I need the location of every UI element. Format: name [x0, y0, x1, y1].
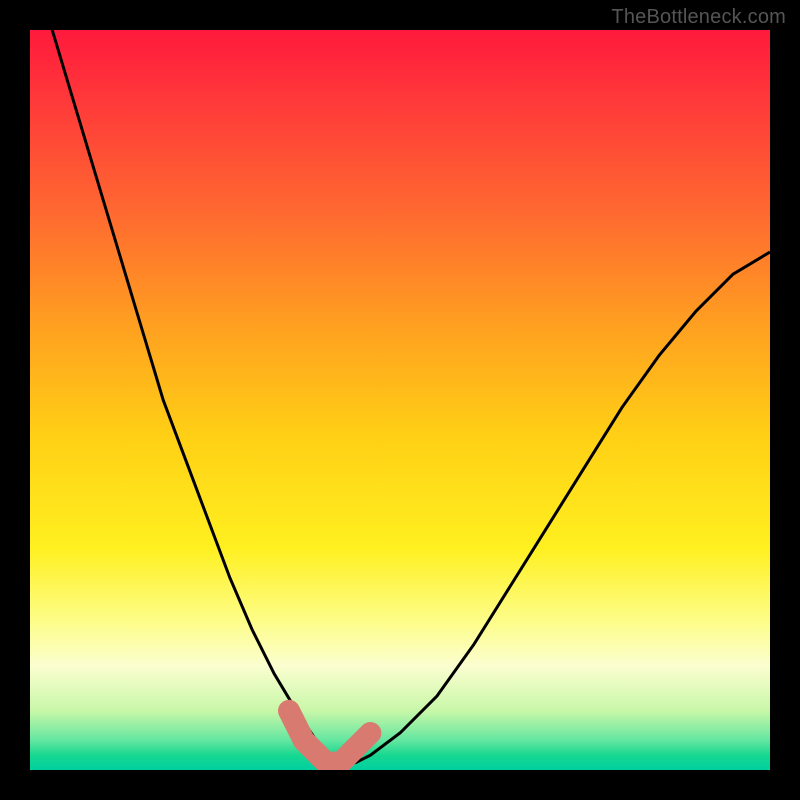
bottleneck-curve-line: [30, 30, 770, 763]
chart-svg: [30, 30, 770, 770]
watermark-text: TheBottleneck.com: [611, 6, 786, 29]
outer-frame: TheBottleneck.com: [0, 0, 800, 800]
sweet-spot-band: [289, 711, 370, 763]
plot-area: [30, 30, 770, 770]
